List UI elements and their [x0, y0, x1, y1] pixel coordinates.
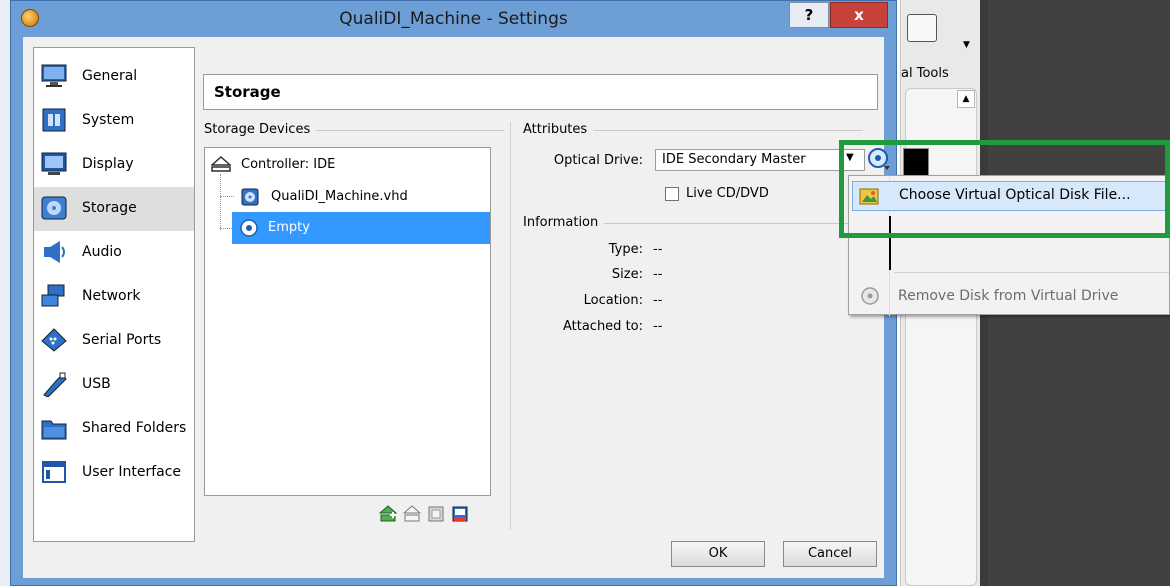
optical-drive-select[interactable]: IDE Secondary Master ▼ [655, 149, 865, 171]
controller-icon [211, 156, 231, 172]
add-attachment-icon[interactable] [427, 505, 445, 523]
panel-divider [510, 122, 511, 530]
nav-item-storage[interactable]: Storage [34, 187, 194, 231]
optical-disc-icon [240, 219, 258, 237]
window-title: QualiDI_Machine - Settings [339, 9, 568, 29]
ok-button[interactable]: OK [671, 541, 765, 567]
page-title: Storage [214, 83, 281, 101]
tree-item-vhd[interactable]: QualiDI_Machine.vhd [235, 184, 490, 212]
nav-item-display[interactable]: Display [34, 143, 194, 187]
monitor-icon [41, 64, 67, 87]
nav-label: Serial Ports [82, 332, 162, 348]
attributes-label: Attributes [523, 122, 594, 137]
tree-connector-branch [220, 196, 234, 197]
speaker-icon [44, 241, 65, 263]
live-cd-checkbox[interactable] [665, 187, 679, 201]
nav-label: Network [82, 288, 141, 304]
nav-label: Display [82, 156, 134, 172]
nav-item-user-interface[interactable]: User Interface [34, 451, 194, 495]
remove-controller-icon[interactable] [403, 505, 421, 523]
menu-remove-label: Remove Disk from Virtual Drive [898, 288, 1119, 304]
nav-item-serial-ports[interactable]: Serial Ports [34, 319, 194, 363]
nav-label: Audio [82, 244, 122, 260]
tree-controller-ide[interactable]: Controller: IDE [205, 152, 490, 180]
type-value: -- [653, 242, 663, 257]
type-label: Type: [608, 242, 643, 257]
title-bar[interactable]: QualiDI_Machine - Settings ? x [11, 1, 896, 37]
menu-separator [894, 272, 1169, 273]
nav-item-audio[interactable]: Audio [34, 231, 194, 275]
network-icon [41, 284, 65, 307]
nav-item-network[interactable]: Network [34, 275, 194, 319]
folder-icon [41, 420, 67, 440]
hard-disk-icon [241, 188, 259, 206]
nav-item-shared-folders[interactable]: Shared Folders [34, 407, 194, 451]
information-label: Information [523, 215, 605, 230]
background-tools-label: al Tools [901, 66, 949, 81]
storage-icon [41, 196, 67, 220]
location-label: Location: [583, 293, 643, 308]
dropdown-arrow-icon: ▼ [963, 40, 970, 50]
dialog-client-area: General System Display Storage Audio Net… [23, 37, 890, 578]
nav-label: Storage [82, 200, 137, 216]
nav-item-system[interactable]: System [34, 99, 194, 143]
nav-label: USB [82, 376, 111, 392]
add-controller-icon[interactable] [379, 505, 397, 523]
cancel-button[interactable]: Cancel [783, 541, 877, 567]
eject-disc-icon [861, 287, 879, 305]
nav-label: System [82, 112, 135, 128]
display-icon [41, 152, 67, 175]
attached-to-label: Attached to: [562, 319, 643, 334]
desktop-edge [0, 0, 10, 586]
page-header: Storage [203, 74, 878, 110]
close-button[interactable]: x [830, 2, 888, 28]
optical-drive-value: IDE Secondary Master [662, 152, 806, 167]
tree-connector-line [220, 174, 221, 230]
nav-label: General [82, 68, 138, 84]
attached-to-value: -- [653, 319, 663, 334]
storage-devices-label: Storage Devices [204, 122, 317, 137]
optical-drive-label: Optical Drive: [553, 153, 643, 168]
chip-icon [42, 108, 66, 132]
empty-label: Empty [268, 220, 310, 235]
storage-tree[interactable]: Controller: IDE QualiDI_Machine.vhd Empt… [204, 147, 491, 496]
settings-category-list: General System Display Storage Audio Net… [33, 47, 195, 542]
background-scroll-up[interactable]: ▲ [957, 90, 975, 108]
nav-item-usb[interactable]: USB [34, 363, 194, 407]
size-label: Size: [611, 267, 643, 282]
settings-dialog: QualiDI_Machine - Settings ? x General S… [10, 0, 897, 586]
remove-attachment-icon[interactable] [451, 505, 469, 523]
location-value: -- [653, 293, 663, 308]
background-tools-icon [907, 14, 937, 42]
tree-item-empty[interactable]: Empty [232, 212, 490, 244]
vhd-label: QualiDI_Machine.vhd [271, 189, 408, 204]
controller-label: Controller: IDE [241, 157, 336, 172]
help-button[interactable]: ? [789, 2, 829, 28]
window-icon [42, 461, 66, 483]
menu-item-remove-disk[interactable]: Remove Disk from Virtual Drive [852, 282, 1170, 310]
nav-label: User Interface [82, 464, 182, 480]
size-value: -- [653, 267, 663, 282]
nav-item-general[interactable]: General [34, 55, 194, 99]
serial-port-icon [41, 328, 67, 352]
usb-icon [43, 372, 67, 397]
highlight-annotation-box [839, 140, 1170, 238]
nav-label: Shared Folders [82, 420, 187, 436]
live-cd-label: Live CD/DVD [686, 186, 769, 201]
